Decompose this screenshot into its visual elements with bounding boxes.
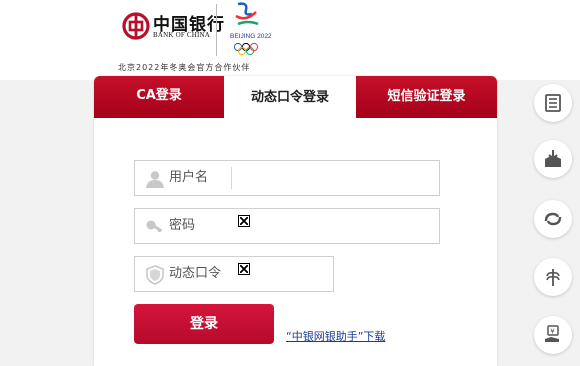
side-download-button[interactable]	[534, 140, 572, 178]
exchange-icon	[544, 212, 562, 226]
bank-of-china-logo-icon	[122, 12, 150, 40]
user-icon	[146, 171, 164, 188]
shield-icon	[146, 265, 164, 285]
side-wheat-button[interactable]	[534, 258, 572, 296]
login-button[interactable]: 登录	[134, 304, 274, 344]
broken-image-icon	[238, 215, 250, 227]
login-panel: CA登录 动态口令登录 短信验证登录 用户名 密码 动态口令 登录 “中银网银助…	[94, 76, 497, 366]
dynamic-code-placeholder: 动态口令	[169, 266, 222, 281]
olympic-text: BEIJING 2022	[230, 33, 272, 40]
yuan-hand-icon: ¥	[545, 325, 559, 342]
bank-name-en: BANK OF CHINA	[153, 31, 211, 39]
side-exchange-button[interactable]	[534, 200, 572, 238]
svg-text:¥: ¥	[550, 328, 555, 336]
download-box-icon	[545, 150, 561, 167]
key-icon	[146, 220, 163, 233]
side-document-button[interactable]	[534, 84, 572, 122]
olympic-partner-text: 北京2022年冬奥会官方合作伙伴	[118, 63, 251, 72]
beijing-2022-emblem-icon: BEIJING 2022	[230, 2, 272, 56]
header: 中国银行 BANK OF CHINA BEIJING 2022 北京2022年冬…	[0, 0, 580, 80]
broken-image-icon	[238, 263, 250, 275]
header-divider	[216, 4, 217, 56]
password-placeholder: 密码	[169, 218, 196, 233]
wheat-icon	[546, 269, 560, 286]
login-tabs: CA登录 动态口令登录 短信验证登录	[94, 76, 497, 120]
tab-sms-login[interactable]: 短信验证登录	[356, 76, 497, 118]
field-separator	[231, 167, 232, 189]
username-field[interactable]: 用户名	[134, 160, 440, 196]
side-yuan-button[interactable]: ¥	[534, 316, 572, 354]
tab-dynamic-code-login[interactable]: 动态口令登录	[224, 76, 356, 120]
dynamic-code-field[interactable]: 动态口令	[134, 256, 334, 292]
helper-download-link[interactable]: “中银网银助手”下载	[286, 328, 385, 344]
username-placeholder: 用户名	[169, 170, 209, 185]
document-list-icon	[545, 94, 561, 112]
password-field[interactable]: 密码	[134, 208, 440, 244]
tab-ca-login[interactable]: CA登录	[94, 76, 224, 118]
